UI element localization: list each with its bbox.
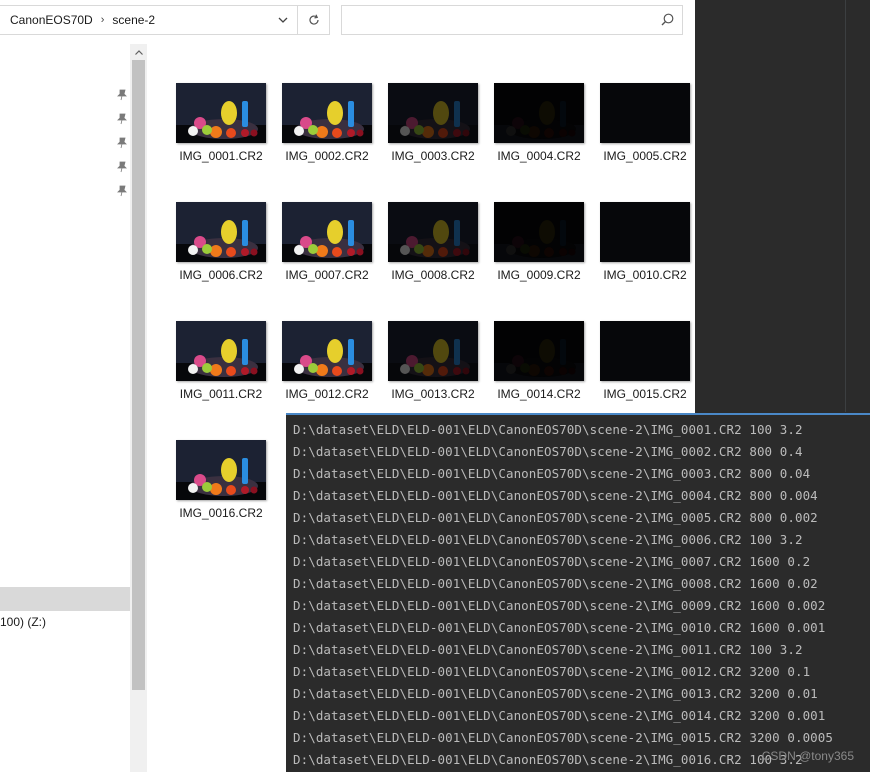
file-item[interactable]: IMG_0003.CR2 [380,80,486,199]
chevron-up-icon[interactable] [130,44,147,60]
terminal-line: D:\dataset\ELD\ELD-001\ELD\CanonEOS70D\s… [293,620,826,635]
pin-icon[interactable] [117,161,127,173]
terminal-line: D:\dataset\ELD\ELD-001\ELD\CanonEOS70D\s… [293,752,803,767]
nav-scrollbar-thumb[interactable] [132,60,145,690]
navigation-pane[interactable]: 100) (Z:) [0,44,130,772]
file-name-label: IMG_0008.CR2 [391,268,475,282]
search-input[interactable] [341,5,683,35]
terminal-line: D:\dataset\ELD\ELD-001\ELD\CanonEOS70D\s… [293,444,803,459]
file-item[interactable]: IMG_0002.CR2 [274,80,380,199]
terminal-line: D:\dataset\ELD\ELD-001\ELD\CanonEOS70D\s… [293,488,818,503]
file-name-label: IMG_0012.CR2 [285,387,369,401]
file-item[interactable]: IMG_0001.CR2 [168,80,274,199]
file-thumbnail [494,202,584,262]
file-thumbnail [176,440,266,500]
terminal-line: D:\dataset\ELD\ELD-001\ELD\CanonEOS70D\s… [293,686,818,701]
file-item[interactable]: IMG_0011.CR2 [168,318,274,437]
file-item[interactable]: IMG_0004.CR2 [486,80,592,199]
file-name-label: IMG_0013.CR2 [391,387,475,401]
file-name-label: IMG_0004.CR2 [497,149,581,163]
file-thumbnail [282,83,372,143]
nav-item-drive-z[interactable]: 100) (Z:) [0,615,46,629]
terminal-line: D:\dataset\ELD\ELD-001\ELD\CanonEOS70D\s… [293,466,811,481]
address-bar[interactable]: CanonEOS70D › scene-2 [0,5,298,35]
terminal-line: D:\dataset\ELD\ELD-001\ELD\CanonEOS70D\s… [293,708,826,723]
file-thumbnail [600,83,690,143]
search-icon[interactable] [661,13,674,26]
file-name-label: IMG_0003.CR2 [391,149,475,163]
file-name-label: IMG_0002.CR2 [285,149,369,163]
file-name-label: IMG_0006.CR2 [179,268,263,282]
file-thumbnail [388,202,478,262]
file-name-label: IMG_0009.CR2 [497,268,581,282]
file-name-label: IMG_0015.CR2 [603,387,687,401]
file-thumbnail [176,83,266,143]
terminal-line: D:\dataset\ELD\ELD-001\ELD\CanonEOS70D\s… [293,532,803,547]
terminal-line: D:\dataset\ELD\ELD-001\ELD\CanonEOS70D\s… [293,642,803,657]
terminal-line: D:\dataset\ELD\ELD-001\ELD\CanonEOS70D\s… [293,554,811,569]
file-thumbnail [494,321,584,381]
pin-icon[interactable] [117,137,127,149]
file-thumbnail [388,83,478,143]
file-thumbnail [176,321,266,381]
file-thumbnail [282,202,372,262]
breadcrumb-item-scene-2[interactable]: scene-2 [112,13,155,27]
nav-selected-item[interactable] [0,587,130,611]
file-thumbnail [600,202,690,262]
terminal-line: D:\dataset\ELD\ELD-001\ELD\CanonEOS70D\s… [293,664,811,679]
file-name-label: IMG_0005.CR2 [603,149,687,163]
file-item[interactable]: IMG_0005.CR2 [592,80,698,199]
terminal-line: D:\dataset\ELD\ELD-001\ELD\CanonEOS70D\s… [293,730,833,745]
file-thumbnail [600,321,690,381]
file-thumbnail [388,321,478,381]
file-name-label: IMG_0016.CR2 [179,506,263,520]
terminal-line: D:\dataset\ELD\ELD-001\ELD\CanonEOS70D\s… [293,422,803,437]
chevron-down-icon[interactable] [269,6,297,34]
breadcrumb-item-canoneos70d[interactable]: CanonEOS70D [0,13,93,27]
file-item[interactable]: IMG_0016.CR2 [168,437,274,556]
watermark: CSDN @tony365 [761,749,854,763]
file-item[interactable]: IMG_0010.CR2 [592,199,698,318]
file-item[interactable]: IMG_0009.CR2 [486,199,592,318]
breadcrumb-separator-icon: › [100,14,105,26]
terminal-output-panel[interactable]: D:\dataset\ELD\ELD-001\ELD\CanonEOS70D\s… [286,413,870,772]
file-name-label: IMG_0007.CR2 [285,268,369,282]
file-thumbnail [282,321,372,381]
file-item[interactable]: IMG_0006.CR2 [168,199,274,318]
file-name-label: IMG_0011.CR2 [179,387,263,401]
file-thumbnail [494,83,584,143]
file-thumbnail [176,202,266,262]
file-name-label: IMG_0001.CR2 [179,149,263,163]
terminal-line: D:\dataset\ELD\ELD-001\ELD\CanonEOS70D\s… [293,598,826,613]
pin-icon[interactable] [117,89,127,101]
terminal-line: D:\dataset\ELD\ELD-001\ELD\CanonEOS70D\s… [293,576,818,591]
ide-divider [845,0,846,412]
file-name-label: IMG_0010.CR2 [603,268,687,282]
nav-scrollbar[interactable] [130,44,147,772]
pin-icon[interactable] [117,113,127,125]
refresh-button[interactable] [298,5,330,35]
file-item[interactable]: IMG_0007.CR2 [274,199,380,318]
file-name-label: IMG_0014.CR2 [497,387,581,401]
refresh-icon [308,14,319,25]
file-item[interactable]: IMG_0008.CR2 [380,199,486,318]
terminal-line: D:\dataset\ELD\ELD-001\ELD\CanonEOS70D\s… [293,510,818,525]
pin-icon[interactable] [117,185,127,197]
